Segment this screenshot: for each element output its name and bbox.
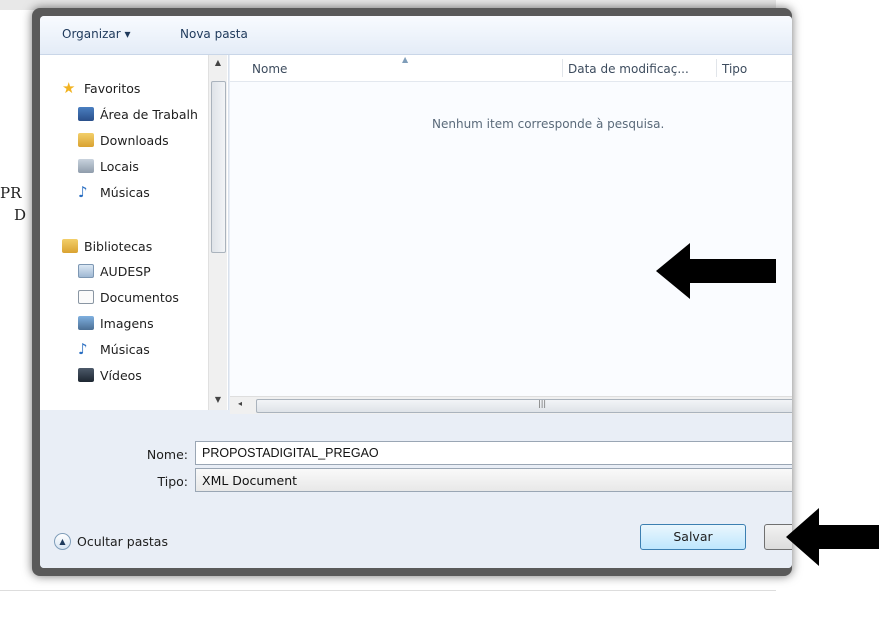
file-name-input[interactable] bbox=[195, 441, 792, 465]
file-type-select[interactable]: XML Document bbox=[195, 468, 792, 492]
sort-arrow-icon: ▲ bbox=[402, 55, 409, 64]
annotation-arrow-left-icon bbox=[656, 243, 776, 299]
navigation-pane: ★ Favoritos Área de Trabalh Downloads Lo… bbox=[40, 55, 229, 410]
nav-item-label: Downloads bbox=[100, 132, 169, 148]
nav-item-documents[interactable]: Documentos bbox=[78, 287, 179, 307]
column-header-date[interactable]: Data de modificaç... bbox=[568, 62, 689, 76]
nav-item-downloads[interactable]: Downloads bbox=[78, 130, 169, 150]
scroll-down-icon[interactable]: ▼ bbox=[209, 395, 227, 404]
library-icon bbox=[78, 264, 94, 278]
document-icon bbox=[78, 290, 94, 304]
star-icon: ★ bbox=[62, 79, 76, 97]
column-header-name[interactable]: Nome bbox=[252, 62, 287, 76]
nav-item-label: AUDESP bbox=[100, 263, 151, 279]
collapse-up-icon: ▲ bbox=[54, 533, 71, 550]
nav-favorites[interactable]: ★ Favoritos bbox=[62, 78, 140, 98]
scroll-left-icon[interactable]: ◂ bbox=[238, 399, 242, 408]
video-icon bbox=[78, 368, 94, 382]
background-bottom-band bbox=[0, 590, 776, 619]
save-options-area: Nome: Tipo: XML Document ▲ Ocultar pasta… bbox=[40, 414, 792, 568]
nav-item-label: Locais bbox=[100, 158, 139, 174]
scroll-grip-icon: ||| bbox=[538, 399, 547, 408]
scroll-thumb[interactable] bbox=[211, 81, 226, 253]
column-separator[interactable] bbox=[716, 59, 717, 77]
annotation-arrow-left-icon bbox=[786, 508, 879, 566]
empty-results-message: Nenhum item corresponde à pesquisa. bbox=[432, 117, 665, 131]
nav-item-label: Músicas bbox=[100, 341, 150, 357]
nav-libraries-label: Bibliotecas bbox=[84, 238, 153, 254]
dialog-toolbar: Organizar ▾ Nova pasta bbox=[40, 16, 792, 55]
scroll-thumb[interactable] bbox=[256, 399, 792, 413]
nav-item-library-music[interactable]: ♪ Músicas bbox=[78, 339, 150, 359]
nav-libraries[interactable]: Bibliotecas bbox=[62, 236, 152, 256]
nav-item-label: Vídeos bbox=[100, 367, 142, 383]
file-type-label: Tipo: bbox=[157, 474, 188, 489]
image-icon bbox=[78, 316, 94, 330]
background-text-fragment: PR bbox=[0, 184, 22, 202]
hide-folders-label: Ocultar pastas bbox=[77, 534, 168, 549]
organize-button[interactable]: Organizar ▾ bbox=[62, 27, 131, 41]
music-note-icon: ♪ bbox=[78, 183, 88, 201]
nav-item-label: Músicas bbox=[100, 184, 150, 200]
column-header-type[interactable]: Tipo bbox=[722, 62, 747, 76]
nav-item-images[interactable]: Imagens bbox=[78, 313, 154, 333]
places-icon bbox=[78, 159, 94, 173]
nav-item-places[interactable]: Locais bbox=[78, 156, 139, 176]
nav-favorites-label: Favoritos bbox=[84, 80, 141, 96]
nav-item-desktop[interactable]: Área de Trabalh bbox=[78, 104, 198, 124]
file-name-label: Nome: bbox=[146, 447, 188, 462]
nav-item-label: Área de Trabalh bbox=[100, 106, 198, 122]
file-list-horizontal-scrollbar[interactable]: ◂ ||| bbox=[230, 396, 792, 415]
nav-vertical-scrollbar[interactable]: ▲ ▼ bbox=[208, 55, 227, 410]
hide-folders-toggle[interactable]: ▲ Ocultar pastas bbox=[54, 533, 168, 550]
scroll-up-icon[interactable]: ▲ bbox=[209, 58, 227, 67]
file-list-pane: Nome ▲ Data de modificaç... Tipo Nenhum … bbox=[230, 55, 792, 410]
nav-item-videos[interactable]: Vídeos bbox=[78, 365, 142, 385]
desktop-icon bbox=[78, 107, 94, 121]
save-button[interactable]: Salvar bbox=[640, 524, 746, 550]
nav-item-label: Documentos bbox=[100, 289, 179, 305]
nav-item-audesp[interactable]: AUDESP bbox=[78, 261, 151, 281]
background-text-fragment: D bbox=[14, 206, 27, 224]
libraries-folder-icon bbox=[62, 239, 78, 253]
downloads-folder-icon bbox=[78, 133, 94, 147]
nav-item-music[interactable]: ♪ Músicas bbox=[78, 182, 150, 202]
music-note-icon: ♪ bbox=[78, 340, 88, 358]
column-separator[interactable] bbox=[562, 59, 563, 77]
new-folder-button[interactable]: Nova pasta bbox=[180, 27, 248, 41]
nav-item-label: Imagens bbox=[100, 315, 154, 331]
column-headers: Nome ▲ Data de modificaç... Tipo bbox=[230, 55, 792, 82]
